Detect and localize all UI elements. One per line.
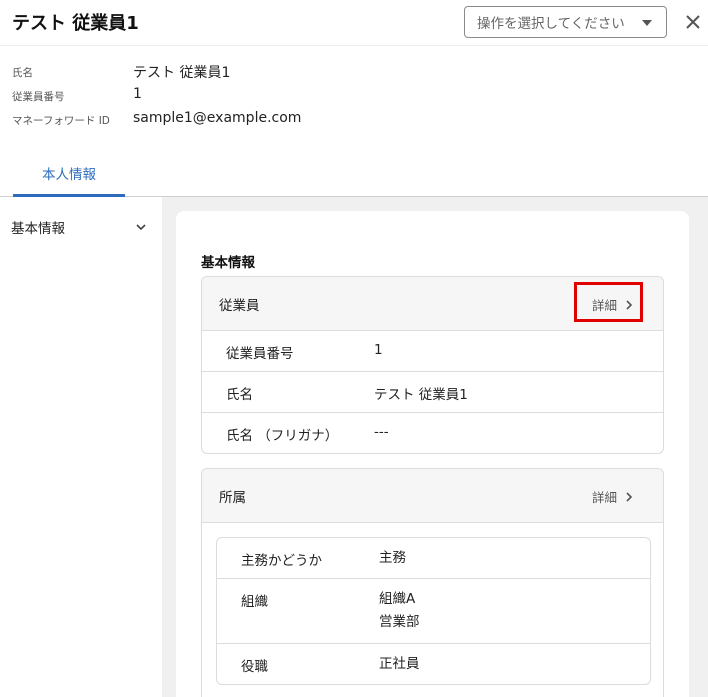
header: テスト 従業員1 操作を選択してください bbox=[0, 0, 708, 46]
main-content: 基本情報 従業員 詳細 従業員番号 1 氏名 テスト 従業員1 氏名 （フリガナ… bbox=[162, 197, 708, 697]
row-value-line: 営業部 bbox=[379, 614, 420, 630]
row-key: 役職 bbox=[241, 659, 268, 675]
sidebar: 基本情報 bbox=[0, 197, 162, 697]
row-key: 氏名 bbox=[226, 387, 253, 403]
table-row: 従業員番号 1 bbox=[202, 331, 663, 372]
row-value: 組織A 営業部 bbox=[379, 588, 420, 634]
close-icon[interactable] bbox=[682, 9, 704, 35]
row-value: 主務 bbox=[379, 550, 406, 566]
detail-label: 詳細 bbox=[592, 298, 618, 313]
info-label: 氏名 bbox=[12, 67, 33, 79]
tab-personal-info[interactable]: 本人情報 bbox=[13, 155, 125, 197]
info-value: 1 bbox=[133, 86, 142, 102]
affiliation-panel: 所属 詳細 主務かどうか 主務 組織 組織A 営業部 役職 正社員 bbox=[201, 468, 664, 697]
row-key: 従業員番号 bbox=[226, 346, 294, 362]
sidebar-item-basic-info[interactable]: 基本情報 bbox=[11, 217, 151, 241]
page-title: テスト 従業員1 bbox=[12, 13, 139, 34]
info-label: 従業員番号 bbox=[12, 91, 65, 103]
affiliation-table: 主務かどうか 主務 組織 組織A 営業部 役職 正社員 bbox=[216, 537, 651, 685]
info-value: sample1@example.com bbox=[133, 110, 302, 126]
section-title: 基本情報 bbox=[201, 255, 255, 271]
table-row: 氏名 テスト 従業員1 bbox=[202, 372, 663, 413]
row-key: 氏名 （フリガナ） bbox=[226, 428, 339, 444]
content-card: 基本情報 従業員 詳細 従業員番号 1 氏名 テスト 従業員1 氏名 （フリガナ… bbox=[176, 211, 689, 697]
employee-panel: 従業員 詳細 従業員番号 1 氏名 テスト 従業員1 氏名 （フリガナ） --- bbox=[201, 276, 664, 454]
chevron-right-icon bbox=[626, 491, 633, 502]
row-value-line: 組織A bbox=[379, 591, 416, 607]
row-key: 主務かどうか bbox=[241, 553, 322, 569]
panel-header: 所属 詳細 bbox=[202, 469, 663, 523]
chevron-down-icon bbox=[136, 224, 146, 231]
row-key: 組織 bbox=[241, 594, 268, 610]
caret-down-icon bbox=[642, 20, 652, 26]
table-row: 組織 組織A 営業部 bbox=[217, 579, 650, 644]
detail-label: 詳細 bbox=[592, 490, 618, 505]
panel-title: 所属 bbox=[219, 490, 246, 506]
table-row: 氏名 （フリガナ） --- bbox=[202, 413, 663, 453]
affiliation-detail-link[interactable]: 詳細 bbox=[592, 487, 633, 506]
action-select[interactable]: 操作を選択してください bbox=[464, 6, 667, 38]
table-row: 役職 正社員 bbox=[217, 644, 650, 684]
info-value: テスト 従業員1 bbox=[133, 65, 231, 81]
row-value: テスト 従業員1 bbox=[374, 387, 468, 403]
tab-bar: 本人情報 bbox=[0, 155, 708, 197]
panel-title: 従業員 bbox=[219, 298, 260, 314]
chevron-right-icon bbox=[626, 299, 633, 310]
row-value: 正社員 bbox=[379, 656, 420, 672]
row-value: --- bbox=[374, 424, 389, 440]
sidebar-item-label: 基本情報 bbox=[11, 221, 65, 237]
employee-detail-link[interactable]: 詳細 bbox=[592, 295, 633, 314]
table-row: 主務かどうか 主務 bbox=[217, 538, 650, 579]
row-value: 1 bbox=[374, 342, 383, 358]
info-label: マネーフォワード ID bbox=[12, 115, 110, 127]
panel-header: 従業員 詳細 bbox=[202, 277, 663, 331]
action-select-placeholder: 操作を選択してください bbox=[477, 16, 625, 32]
